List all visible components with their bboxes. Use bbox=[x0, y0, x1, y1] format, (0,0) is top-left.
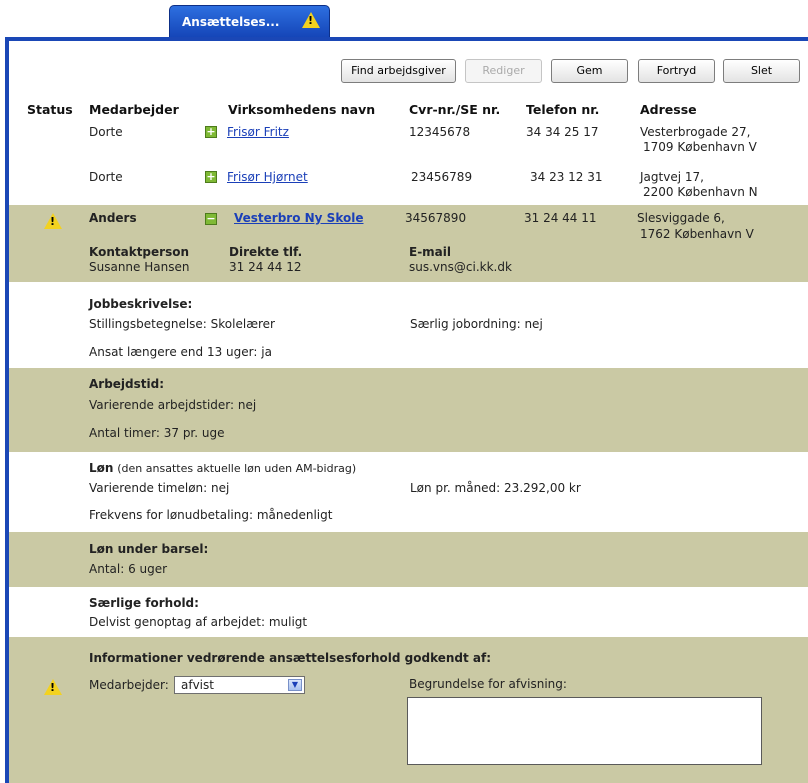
undo-button[interactable]: Fortryd bbox=[638, 59, 715, 83]
approval-title: Informationer vedrørende ansættelsesforh… bbox=[89, 651, 492, 665]
salary-title: Løn (den ansattes aktuelle løn uden AM-b… bbox=[89, 461, 356, 475]
contact-person-label: Kontaktperson bbox=[89, 245, 190, 259]
edit-button[interactable]: Rediger bbox=[465, 59, 542, 83]
direct-phone: 31 24 44 12 bbox=[229, 260, 302, 274]
row-phone: 31 24 44 11 bbox=[524, 211, 597, 225]
varying-hours-field: Varierende arbejdstider: nej bbox=[89, 398, 256, 412]
rejection-reason-field[interactable] bbox=[407, 697, 762, 765]
row-cvr: 12345678 bbox=[409, 125, 471, 139]
hours-value: 37 pr. uge bbox=[163, 426, 225, 440]
employee-approval-label: Medarbejder: bbox=[89, 678, 169, 692]
position-field: Stillingsbetegnelse: Skolelærer bbox=[89, 317, 275, 331]
hours-label: Antal timer: bbox=[89, 426, 160, 440]
row-cvr: 23456789 bbox=[411, 170, 473, 184]
employed-longer-field: Ansat længere end 13 uger: ja bbox=[89, 345, 272, 359]
col-address: Adresse bbox=[640, 102, 697, 117]
row-phone: 34 23 12 31 bbox=[530, 170, 603, 184]
delete-button[interactable]: Slet bbox=[723, 59, 800, 83]
warning-icon bbox=[302, 12, 320, 28]
employed-longer-value: ja bbox=[261, 345, 272, 359]
email: sus.vns@ci.kk.dk bbox=[409, 260, 512, 274]
tab-employment[interactable]: Ansættelses... bbox=[169, 5, 330, 37]
job-title: Jobbeskrivelse: bbox=[89, 297, 193, 311]
leave-count-label: Antal: bbox=[89, 562, 125, 576]
salary-label: Løn bbox=[89, 461, 114, 475]
row-address-line1: Slesviggade 6, bbox=[637, 211, 725, 225]
varying-hours-label: Varierende arbejdstider: bbox=[89, 398, 235, 412]
expand-icon[interactable]: + bbox=[205, 126, 217, 138]
leave-section bbox=[9, 532, 808, 587]
partial-resume-value: muligt bbox=[268, 615, 308, 629]
hours-field: Antal timer: 37 pr. uge bbox=[89, 426, 225, 440]
find-employer-button[interactable]: Find arbejdsgiver bbox=[341, 59, 456, 83]
contact-person: Susanne Hansen bbox=[89, 260, 190, 274]
row-address-line2: 1709 København V bbox=[643, 140, 757, 154]
save-button[interactable]: Gem bbox=[551, 59, 628, 83]
payment-frequency-field: Frekvens for lønudbetaling: månedenligt bbox=[89, 508, 332, 522]
expand-icon[interactable]: + bbox=[205, 171, 217, 183]
payment-frequency-label: Frekvens for lønudbetaling: bbox=[89, 508, 253, 522]
tab-label: Ansættelses... bbox=[182, 15, 280, 29]
special-scheme-value: nej bbox=[524, 317, 543, 331]
col-company: Virksomhedens navn bbox=[228, 102, 376, 117]
monthly-salary-label: Løn pr. måned: bbox=[410, 481, 501, 495]
monthly-salary-value: 23.292,00 kr bbox=[504, 481, 581, 495]
position-value: Skolelærer bbox=[210, 317, 275, 331]
varying-wage-value: nej bbox=[211, 481, 230, 495]
employee-approval-select[interactable]: afvist ▼ bbox=[174, 676, 305, 694]
company-link[interactable]: Vesterbro Ny Skole bbox=[234, 211, 363, 225]
position-label: Stillingsbetegnelse: bbox=[89, 317, 207, 331]
partial-resume-label: Delvist genoptag af arbejdet: bbox=[89, 615, 265, 629]
monthly-salary-field: Løn pr. måned: 23.292,00 kr bbox=[410, 481, 581, 495]
payment-frequency-value: månedenligt bbox=[256, 508, 333, 522]
varying-wage-label: Varierende timeløn: bbox=[89, 481, 208, 495]
direct-phone-label: Direkte tlf. bbox=[229, 245, 303, 259]
leave-title: Løn under barsel: bbox=[89, 542, 209, 556]
row-address-line2: 1762 København V bbox=[640, 227, 754, 241]
row-employee: Dorte bbox=[89, 170, 123, 184]
special-scheme-label: Særlig jobordning: bbox=[410, 317, 521, 331]
employee-approval-value: afvist bbox=[181, 678, 214, 692]
col-cvr: Cvr-nr./SE nr. bbox=[409, 102, 501, 117]
row-address-line1: Jagtvej 17, bbox=[640, 170, 704, 184]
partial-resume-field: Delvist genoptag af arbejdet: muligt bbox=[89, 615, 307, 629]
warning-icon bbox=[44, 679, 62, 695]
salary-note: (den ansattes aktuelle løn uden AM-bidra… bbox=[117, 462, 357, 475]
company-link[interactable]: Frisør Hjørnet bbox=[227, 170, 308, 184]
row-employee: Anders bbox=[89, 211, 137, 225]
company-link[interactable]: Frisør Fritz bbox=[227, 125, 289, 139]
special-conditions-title: Særlige forhold: bbox=[89, 596, 199, 610]
special-scheme-field: Særlig jobordning: nej bbox=[410, 317, 543, 331]
col-phone: Telefon nr. bbox=[526, 102, 600, 117]
leave-count-field: Antal: 6 uger bbox=[89, 562, 167, 576]
varying-wage-field: Varierende timeløn: nej bbox=[89, 481, 229, 495]
row-address-line1: Vesterbrogade 27, bbox=[640, 125, 751, 139]
row-address-line2: 2200 København N bbox=[643, 185, 758, 199]
row-phone: 34 34 25 17 bbox=[526, 125, 599, 139]
collapse-icon[interactable]: − bbox=[205, 213, 217, 225]
worktime-title: Arbejdstid: bbox=[89, 377, 165, 391]
warning-icon bbox=[44, 213, 62, 229]
row-employee: Dorte bbox=[89, 125, 123, 139]
rejection-reason-label: Begrundelse for afvisning: bbox=[409, 677, 567, 691]
chevron-down-icon[interactable]: ▼ bbox=[288, 679, 302, 691]
email-label: E-mail bbox=[409, 245, 452, 259]
leave-count-value: 6 uger bbox=[128, 562, 168, 576]
employed-longer-label: Ansat længere end 13 uger: bbox=[89, 345, 258, 359]
col-employee: Medarbejder bbox=[89, 102, 179, 117]
col-status: Status bbox=[27, 102, 73, 117]
row-cvr: 34567890 bbox=[405, 211, 467, 225]
varying-hours-value: nej bbox=[237, 398, 257, 412]
